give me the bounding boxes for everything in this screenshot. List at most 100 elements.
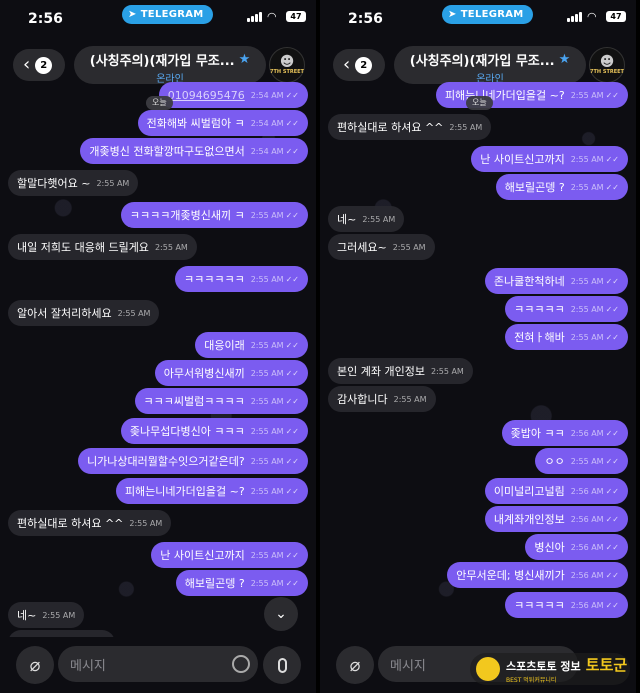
read-check-icon: ✓✓ [605, 600, 619, 610]
read-check-icon: ✓✓ [285, 550, 299, 560]
message-time: 2:55 AM [392, 242, 426, 252]
message-meta: 2:55 AM ✓✓ [251, 341, 299, 350]
message-meta: 2:56 AM ✓✓ [571, 487, 619, 496]
outgoing-message[interactable]: 병신아 2:56 AM ✓✓ [525, 534, 628, 560]
sticker-icon[interactable] [232, 655, 250, 673]
outgoing-message[interactable]: 좆나무섭다병신아 ㅋㅋㅋ 2:55 AM ✓✓ [120, 418, 308, 444]
outgoing-message[interactable]: 난 사이트신고까지 2:55 AM ✓✓ [471, 146, 628, 172]
chevron-down-icon: ⌄ [275, 606, 287, 622]
message-time: 2:56 AM [570, 428, 604, 438]
read-check-icon: ✓✓ [605, 570, 619, 580]
outgoing-message[interactable]: 피해는니네가더입을걸 ~? 2:55 AM ✓✓ [435, 82, 628, 108]
telegram-pill[interactable]: ➤ TELEGRAM [122, 5, 213, 24]
message-meta: 2:55 AM ✓✓ [571, 333, 619, 342]
outgoing-message[interactable]: 좆밥아 ㅋㅋ 2:56 AM ✓✓ [501, 420, 628, 446]
message-meta: 2:56 AM ✓✓ [571, 429, 619, 438]
message-list[interactable]: 피해는니네가더입을걸 ~? 2:55 AM ✓✓ 편하실대로 하셔요 ^^ 2:55 A… [320, 78, 636, 637]
telegram-pill[interactable]: ➤ TELEGRAM [442, 5, 533, 24]
outgoing-message[interactable]: ㅋㅋㅋ씨벌럼ㅋㅋㅋㅋ 2:55 AM ✓✓ [134, 388, 308, 414]
message-input[interactable]: 메시지 [58, 646, 258, 682]
message-time: 2:56 AM [570, 542, 604, 552]
signal-icon [247, 11, 262, 22]
outgoing-message[interactable]: 전화해봐 씨벌럼아 ㅋ 2:54 AM ✓✓ [137, 110, 308, 136]
message-text: 해보릴곤뎅 ? [504, 181, 565, 194]
outgoing-message[interactable]: 전혀ㅏ해바 2:55 AM ✓✓ [505, 324, 628, 350]
message-time: 2:55 AM [362, 214, 396, 224]
message-text[interactable]: 01094695476 [168, 89, 245, 102]
message-time: 2:55 AM [570, 332, 604, 342]
outgoing-message[interactable]: 난 사이트신고까지 2:55 AM ✓✓ [151, 542, 308, 568]
microphone-icon [277, 657, 287, 673]
incoming-message[interactable]: 편하실대로 하셔요 ^^ 2:55 AM [328, 114, 492, 140]
message-text: 네~ [17, 609, 37, 622]
message-time: 2:55 AM [42, 610, 76, 620]
outgoing-message[interactable]: 안무서운데; 병신새끼가 2:56 AM ✓✓ [447, 562, 628, 588]
message-time: 2:56 AM [570, 600, 604, 610]
incoming-message[interactable]: 할말다햇어요 ~ 2:55 AM [8, 170, 139, 196]
message-text: ㅋㅋㅋㅋ개좆병신새끼 ㅋ [129, 209, 245, 222]
message-meta: 2:55 AM ✓✓ [251, 487, 299, 496]
microphone-button[interactable] [263, 646, 301, 684]
outgoing-message[interactable]: 아무서워병신새끼 2:55 AM ✓✓ [154, 360, 308, 386]
message-text: 피해는니네가더입을걸 ~? [444, 89, 565, 102]
watermark-brand: 토토군 [585, 656, 628, 674]
message-time: 2:55 AM [250, 456, 284, 466]
message-text: 내계좌개인정보 [493, 513, 565, 526]
message-meta: 2:55 AM ✓✓ [251, 551, 299, 560]
outgoing-message[interactable]: 이미널리고널림 2:56 AM ✓✓ [484, 478, 628, 504]
outgoing-message[interactable]: 해보릴곤뎅 ? 2:55 AM ✓✓ [495, 174, 628, 200]
avatar-text: 7TH STREET [270, 69, 304, 75]
message-meta: 2:54 AM ✓✓ [251, 91, 299, 100]
outgoing-message[interactable]: 01094695476 2:54 AM ✓✓ [158, 82, 308, 108]
day-label: 오늘 [146, 96, 173, 110]
incoming-message[interactable]: 감사합니다 2:55 AM [328, 386, 436, 412]
message-list[interactable]: 01094695476 2:54 AM ✓✓ 전화해봐 씨벌럼아 ㅋ 2:54 AM ✓✓… [0, 78, 316, 637]
incoming-message[interactable]: 네~ 2:55 AM [328, 206, 405, 232]
outgoing-message[interactable]: ㅇㅇ 2:55 AM ✓✓ [535, 448, 628, 474]
scroll-down-button[interactable]: ⌄ [264, 597, 298, 631]
input-bar: ⌀ 메시지 [0, 637, 316, 693]
message-meta: 2:56 AM ✓✓ [571, 515, 619, 524]
watermark-logo: 스포츠토토 정보 토토군 BEST 먹튀커뮤니티 [470, 653, 630, 685]
message-meta: 2:55 AM [431, 367, 464, 376]
incoming-message[interactable]: 편하실대로 하셔요 ^^ 2:55 AM [8, 510, 172, 536]
incoming-message[interactable]: 내일 저희도 대응해 드릴게요 2:55 AM [8, 234, 197, 260]
incoming-message[interactable]: 네~ 2:55 AM [8, 602, 85, 628]
outgoing-message[interactable]: 내계좌개인정보 2:56 AM ✓✓ [484, 506, 628, 532]
outgoing-message[interactable]: 대응이래 2:55 AM ✓✓ [195, 332, 308, 358]
message-meta: 2:55 AM [449, 123, 482, 132]
attach-button[interactable]: ⌀ [336, 646, 374, 684]
message-text: 병신아 [534, 541, 565, 554]
incoming-message[interactable]: 본인 계좌 개인정보 2:55 AM [328, 358, 473, 384]
message-meta: 2:55 AM ✓✓ [571, 277, 619, 286]
outgoing-message[interactable]: ㅋㅋㅋㅋㅋㅋ 2:55 AM ✓✓ [174, 266, 308, 292]
message-meta: 2:54 AM ✓✓ [251, 119, 299, 128]
telegram-plane-icon: ➤ [128, 9, 137, 20]
outgoing-message[interactable]: ㅋㅋㅋㅋ개좆병신새끼 ㅋ 2:55 AM ✓✓ [120, 202, 308, 228]
system-icons: ◠ 47 [247, 11, 306, 22]
outgoing-message[interactable]: 피해는니네가더입을걸 ~? 2:55 AM ✓✓ [115, 478, 308, 504]
outgoing-message[interactable]: 니가나상대러뭘할수잇으거같은데? 2:55 AM ✓✓ [78, 448, 308, 474]
incoming-message[interactable]: 그러세요~ 2:55 AM [328, 234, 435, 260]
message-input-placeholder: 메시지 [70, 658, 106, 674]
message-meta: 2:55 AM [96, 179, 129, 188]
outgoing-message[interactable]: 해보릴곤뎅 ? 2:55 AM ✓✓ [175, 570, 308, 596]
outgoing-message[interactable]: 개좆병신 전화할깡따구도없으면서 2:54 AM ✓✓ [80, 138, 308, 164]
message-meta: 2:55 AM [394, 395, 427, 404]
outgoing-message[interactable]: ㅋㅋㅋㅋㅋ 2:55 AM ✓✓ [505, 296, 628, 322]
back-button[interactable]: ‹ 2 [333, 49, 385, 81]
message-text: 안무서운데; 병신새끼가 [456, 569, 565, 582]
message-text: 편하실대로 하셔요 ^^ [17, 517, 124, 530]
message-time: 2:55 AM [154, 242, 188, 252]
attach-button[interactable]: ⌀ [16, 646, 54, 684]
outgoing-message[interactable]: 존나쿨한척하네 2:55 AM ✓✓ [484, 268, 628, 294]
chat-title: (사칭주의)(재가입 무조... [89, 54, 235, 69]
message-text: 그러세요~ [337, 241, 387, 254]
message-text: 아무서워병신새끼 [163, 367, 245, 380]
back-button[interactable]: ‹ 2 [13, 49, 65, 81]
incoming-message[interactable]: 알아서 잘처리하세요 2:55 AM [8, 300, 160, 326]
message-text: 대응이래 [204, 339, 245, 352]
read-check-icon: ✓✓ [285, 396, 299, 406]
incoming-message[interactable]: 그러세요~2:55 AM [8, 630, 115, 637]
outgoing-message[interactable]: ㅋㅋㅋㅋㅋ 2:56 AM ✓✓ [505, 592, 628, 618]
